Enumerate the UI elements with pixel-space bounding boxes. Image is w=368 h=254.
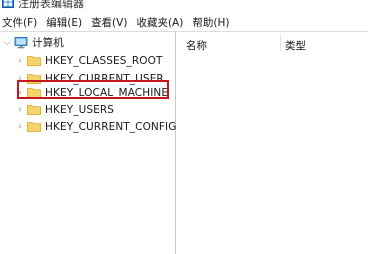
tree-node-label: HKEY_CURRENT_CONFIG bbox=[45, 120, 177, 133]
tree-node-computer[interactable]: ⌵ 计算机 bbox=[2, 34, 64, 51]
menu-view[interactable]: 查看(V) bbox=[89, 15, 130, 30]
chevron-right-icon[interactable]: › bbox=[15, 101, 25, 118]
folder-icon bbox=[27, 105, 41, 115]
window-title: 注册表编辑器 bbox=[18, 0, 84, 10]
folder-icon bbox=[27, 56, 41, 66]
tree-pane[interactable]: ⌵ 计算机 › HKEY_CLASSES_ROOT › HKEY_CURRENT… bbox=[0, 31, 176, 254]
menu-favorites[interactable]: 收藏夹(A) bbox=[134, 15, 186, 30]
menu-bar: 文件(F) 编辑(E) 查看(V) 收藏夹(A) 帮助(H) bbox=[0, 13, 368, 31]
chevron-right-icon[interactable]: › bbox=[15, 52, 25, 69]
menu-help[interactable]: 帮助(H) bbox=[190, 15, 232, 30]
column-header-name[interactable]: 名称 bbox=[186, 38, 207, 53]
values-list-pane[interactable]: 名称 类型 bbox=[176, 31, 368, 254]
tree-node-label: HKEY_USERS bbox=[45, 103, 115, 116]
tree-node-label: 计算机 bbox=[32, 37, 64, 49]
menu-file[interactable]: 文件(F) bbox=[0, 15, 40, 30]
tree-node-label: HKEY_CLASSES_ROOT bbox=[45, 54, 163, 67]
chevron-right-icon[interactable]: › bbox=[15, 118, 25, 135]
registry-editor-app-icon bbox=[2, 0, 14, 8]
registry-editor-window: 注册表编辑器 文件(F) 编辑(E) 查看(V) 收藏夹(A) 帮助(H) ⌵ … bbox=[0, 0, 368, 254]
computer-icon bbox=[14, 36, 28, 48]
tree-node-hkey-classes-root[interactable]: › HKEY_CLASSES_ROOT bbox=[15, 52, 163, 69]
tree-node-hkey-users[interactable]: › HKEY_USERS bbox=[15, 101, 114, 118]
title-bar: 注册表编辑器 bbox=[0, 0, 368, 12]
column-divider[interactable] bbox=[280, 34, 281, 52]
folder-icon bbox=[27, 122, 41, 132]
chevron-down-icon[interactable]: ⌵ bbox=[2, 34, 12, 51]
column-header-type[interactable]: 类型 bbox=[285, 38, 306, 53]
highlight-annotation-box bbox=[17, 80, 169, 99]
tree-node-hkey-current-config[interactable]: › HKEY_CURRENT_CONFIG bbox=[15, 118, 176, 135]
menu-edit[interactable]: 编辑(E) bbox=[44, 15, 85, 30]
